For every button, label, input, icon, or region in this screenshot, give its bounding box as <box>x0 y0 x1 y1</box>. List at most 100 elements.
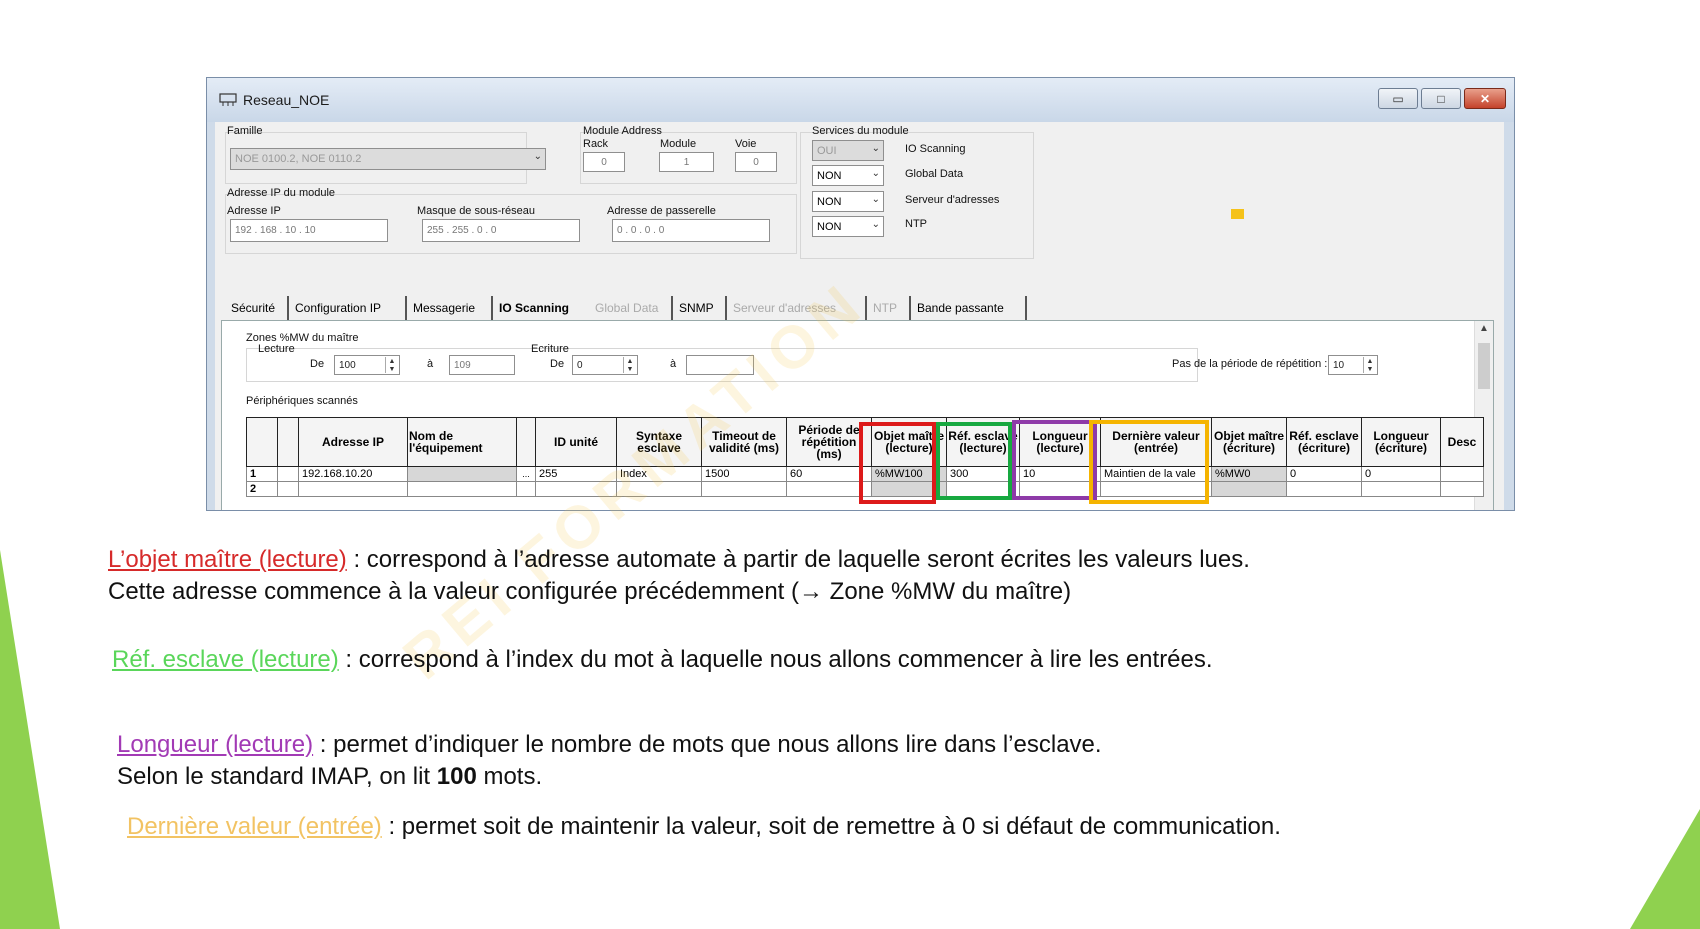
famille-value: NOE 0100.2, NOE 0110.2 <box>235 153 362 165</box>
objet-maitre-line2: Cette adresse commence à la valeur confi… <box>108 578 1072 605</box>
cell-timeout[interactable]: 1500 <box>701 466 787 482</box>
tab-snmp[interactable]: SNMP <box>673 296 727 320</box>
cell-timeout[interactable] <box>701 481 787 497</box>
term-derniere-valeur: Dernière valeur (entrée) <box>127 813 382 840</box>
highlight-longueur-lecture <box>1012 420 1097 500</box>
service-select-io-scanning[interactable]: OUI ⌄ <box>812 140 884 161</box>
col-desc: Desc <box>1440 417 1484 467</box>
lecture-de-label: De <box>310 358 325 370</box>
cell-nom-equipement[interactable] <box>407 466 517 482</box>
service-value: NON <box>817 220 842 233</box>
voie-field[interactable]: 0 <box>735 152 777 172</box>
objet-maitre-description: : correspond à l’adresse automate à part… <box>346 546 1250 573</box>
highlight-ref-esclave-lecture <box>936 422 1012 500</box>
chevron-down-icon: ⌄ <box>871 168 880 179</box>
row-number: 2 <box>246 481 278 497</box>
col-nom-equipement: Nom de l'équipement <box>407 417 517 467</box>
chevron-down-icon: ⌄ <box>871 194 880 205</box>
cell-desc[interactable] <box>1440 466 1484 482</box>
tab-global-data[interactable]: Global Data <box>589 296 673 320</box>
tab-configuration-ip[interactable]: Configuration IP <box>289 296 407 320</box>
service-value: NON <box>817 169 842 182</box>
service-select-ntp[interactable]: NON ⌄ <box>812 216 884 237</box>
famille-select[interactable]: NOE 0100.2, NOE 0110.2 ⌄ <box>230 148 546 170</box>
spinner-icon[interactable]: ▲ ▼ <box>623 357 636 373</box>
service-value: NON <box>817 195 842 208</box>
reseau-noe-window: Reseau_NOE ▭ □ ✕ Famille NOE 0100.2, NOE… <box>206 77 1515 511</box>
lecture-a-field[interactable]: 109 <box>449 355 515 375</box>
service-name-io-scanning: IO Scanning <box>905 143 966 155</box>
col-longueur-ecriture: Longueur (écriture) <box>1361 417 1441 467</box>
cell-nom-equipement[interactable] <box>407 481 517 497</box>
ip-group-label: Adresse IP du module <box>227 187 336 199</box>
longueur-line2: Selon le standard IMAP, on lit 100 mots. <box>117 762 542 792</box>
tab-securite[interactable]: Sécurité <box>225 296 289 320</box>
row-selector[interactable] <box>277 466 299 482</box>
maximize-icon: □ <box>1437 91 1445 106</box>
minimize-button[interactable]: ▭ <box>1378 88 1418 109</box>
cell-adresse-ip[interactable]: 192.168.10.20 <box>298 466 408 482</box>
gateway-label: Adresse de passerelle <box>607 205 716 217</box>
service-select-global-data[interactable]: NON ⌄ <box>812 165 884 186</box>
service-name-serveur-adresses: Serveur d'adresses <box>905 194 1000 206</box>
longueur-line1: Longueur (lecture) : permet d’indiquer l… <box>117 730 1102 760</box>
derniere-valeur-line: Dernière valeur (entrée) : permet soit d… <box>127 812 1281 842</box>
rack-field[interactable]: 0 <box>583 152 625 172</box>
maximize-button[interactable]: □ <box>1421 88 1461 109</box>
ref-esclave-line: Réf. esclave (lecture) : correspond à l’… <box>112 645 1213 675</box>
peripheriques-label: Périphériques scannés <box>246 395 358 407</box>
mask-label: Masque de sous-réseau <box>417 205 536 217</box>
service-select-serveur-adresses[interactable]: NON ⌄ <box>812 191 884 212</box>
cell-objet-maitre-ecriture: %MW0 <box>1211 466 1287 482</box>
row-select-header <box>277 417 299 467</box>
famille-label: Famille <box>227 125 263 137</box>
ecriture-de-label: De <box>550 358 565 370</box>
services-label: Services du module <box>812 125 909 137</box>
browse-button[interactable]: ... <box>516 466 536 482</box>
tab-bande-passante[interactable]: Bande passante <box>911 296 1027 320</box>
service-name-global-data: Global Data <box>905 168 964 180</box>
close-button[interactable]: ✕ <box>1464 88 1506 109</box>
decorative-green-shape-left <box>0 550 60 929</box>
col-objet-maitre-ecriture: Objet maître (écriture) <box>1211 417 1287 467</box>
cell-ref-esclave-ecriture[interactable]: 0 <box>1286 466 1362 482</box>
cell-desc[interactable] <box>1440 481 1484 497</box>
ecriture-a-label: à <box>670 358 677 370</box>
col-browse-header <box>516 417 536 467</box>
row-selector[interactable] <box>277 481 299 497</box>
service-name-ntp: NTP <box>905 218 927 230</box>
cell-longueur-ecriture[interactable] <box>1361 481 1441 497</box>
window-title: Reseau_NOE <box>243 92 330 108</box>
lecture-de-field[interactable]: 100 ▲ ▼ <box>334 355 400 375</box>
ip-field[interactable]: 192 . 168 . 10 . 10 <box>230 219 388 242</box>
cell-longueur-ecriture[interactable]: 0 <box>1361 466 1441 482</box>
longueur-description: : permet d’indiquer le nombre de mots qu… <box>313 731 1102 758</box>
yellow-marker <box>1231 209 1244 219</box>
tab-messagerie[interactable]: Messagerie <box>407 296 493 320</box>
decorative-green-shape-right <box>1630 809 1700 929</box>
ecriture-label: Ecriture <box>531 343 569 355</box>
browse-cell[interactable] <box>516 481 536 497</box>
cell-ref-esclave-ecriture[interactable] <box>1286 481 1362 497</box>
gateway-field[interactable]: 0 . 0 . 0 . 0 <box>612 219 770 242</box>
tab-io-scanning[interactable]: IO Scanning <box>493 296 589 320</box>
longueur-line2-start: Selon le standard IMAP, on lit <box>117 763 437 790</box>
close-icon: ✕ <box>1479 91 1491 106</box>
spinner-icon[interactable]: ▲ ▼ <box>1363 357 1376 373</box>
ecriture-de-field[interactable]: 0 ▲ ▼ <box>572 355 638 375</box>
chevron-down-icon: ⌄ <box>871 143 880 154</box>
window-titlebar: Reseau_NOE ▭ □ ✕ <box>207 78 1514 122</box>
mask-field[interactable]: 255 . 255 . 0 . 0 <box>422 219 580 242</box>
cell-adresse-ip[interactable] <box>298 481 408 497</box>
minimize-icon: ▭ <box>1392 91 1404 106</box>
service-value: OUI <box>817 144 837 157</box>
derniere-valeur-description: : permet soit de maintenir la valeur, so… <box>381 813 1281 840</box>
col-ref-esclave-ecriture: Réf. esclave (écriture) <box>1286 417 1362 467</box>
lecture-label: Lecture <box>258 343 295 355</box>
spinner-icon[interactable]: ▲ ▼ <box>385 357 398 373</box>
module-field[interactable]: 1 <box>659 152 714 172</box>
pas-field[interactable]: 10 ▲ ▼ <box>1328 355 1378 375</box>
network-app-icon <box>219 93 237 106</box>
io-scanning-panel: ▲ Zones %MW du maître Lecture De 100 ▲ ▼ … <box>221 320 1494 510</box>
scrollbar-thumb[interactable] <box>1478 343 1490 389</box>
